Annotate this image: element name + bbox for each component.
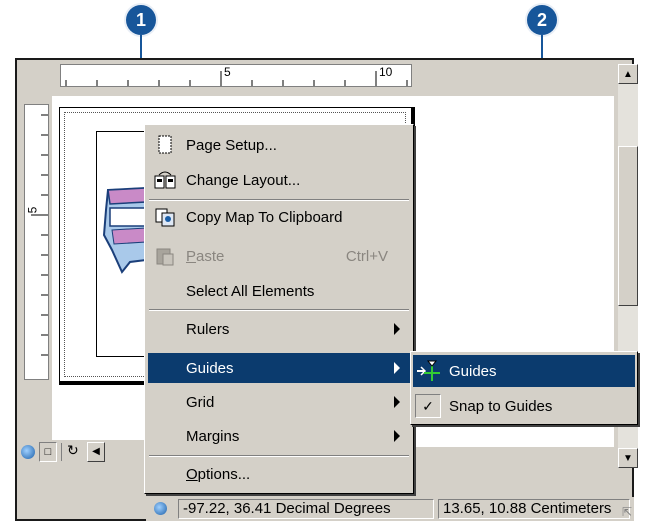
submenu-arrow-icon bbox=[394, 430, 400, 442]
coordinates-readout: -97.22, 36.41 Decimal Degrees bbox=[178, 499, 434, 519]
menu-label: Change Layout... bbox=[186, 171, 301, 189]
horizontal-ruler[interactable]: 5 10 bbox=[60, 64, 412, 87]
menu-item-change-layout[interactable]: Change Layout... bbox=[148, 165, 410, 195]
submenu-arrow-icon bbox=[394, 396, 400, 408]
menu-shortcut: Ctrl+V bbox=[345, 247, 388, 265]
menu-label: Guides bbox=[186, 359, 234, 377]
menu-label: Grid bbox=[186, 393, 215, 411]
menu-label: aste bbox=[196, 247, 225, 265]
refresh-icon[interactable]: ↻ bbox=[67, 442, 79, 459]
menu-separator bbox=[149, 309, 409, 311]
submenu-label: Snap to Guides bbox=[449, 397, 553, 415]
view-toolbar: □ ↻ ◀ bbox=[17, 440, 145, 464]
context-menu: Page Setup... Change Layout... Copy Map … bbox=[144, 124, 414, 494]
horizontal-ruler-ticks bbox=[65, 71, 408, 86]
status-bar: -97.22, 36.41 Decimal Degrees 13.65, 10.… bbox=[146, 497, 634, 521]
submenu-item-snap-to-guides[interactable]: ✓ Snap to Guides bbox=[413, 390, 635, 422]
vertical-ruler[interactable]: 5 bbox=[24, 104, 49, 380]
scroll-up-button[interactable]: ▲ bbox=[618, 64, 638, 84]
menu-label: Margins bbox=[186, 427, 240, 445]
menu-item-paste[interactable]: Paste Ctrl+V bbox=[148, 241, 410, 271]
blank-icon bbox=[152, 280, 178, 302]
blank-icon bbox=[152, 391, 178, 413]
toolbar-divider bbox=[61, 443, 62, 461]
page-units-readout: 13.65, 10.88 Centimeters bbox=[438, 499, 630, 519]
scroll-down-button[interactable]: ▼ bbox=[618, 448, 638, 468]
menu-label: ptions... bbox=[197, 465, 251, 483]
blank-icon bbox=[152, 318, 178, 340]
guides-submenu: Guides ✓ Snap to Guides bbox=[410, 351, 638, 425]
scroll-left-button[interactable]: ◀ bbox=[87, 442, 105, 462]
menu-label: Rulers bbox=[186, 320, 230, 338]
menu-item-page-setup[interactable]: Page Setup... bbox=[148, 130, 410, 160]
blank-icon bbox=[152, 425, 178, 447]
menu-item-copy-map[interactable]: Copy Map To Clipboard bbox=[148, 202, 410, 232]
guides-icon bbox=[415, 359, 441, 383]
change-layout-icon bbox=[152, 169, 178, 191]
menu-item-rulers[interactable]: Rulers bbox=[148, 314, 410, 344]
menu-item-guides[interactable]: Guides bbox=[148, 353, 410, 383]
submenu-item-guides[interactable]: Guides bbox=[413, 355, 635, 387]
callout-1: 1 bbox=[126, 5, 156, 35]
ruler-label-10: 10 bbox=[379, 65, 393, 79]
paste-icon bbox=[152, 245, 178, 267]
menu-item-select-all[interactable]: Select All Elements bbox=[148, 276, 410, 306]
blank-icon bbox=[152, 357, 178, 379]
menu-item-options[interactable]: Options... bbox=[148, 459, 410, 489]
menu-item-grid[interactable]: Grid bbox=[148, 387, 410, 417]
menu-mnemonic: P bbox=[186, 247, 197, 265]
menu-mnemonic: O bbox=[186, 465, 198, 483]
callout-2: 2 bbox=[527, 5, 557, 35]
map-graphic bbox=[102, 186, 147, 274]
data-view-icon[interactable] bbox=[21, 445, 35, 459]
menu-item-margins[interactable]: Margins bbox=[148, 421, 410, 451]
checkmark-icon: ✓ bbox=[415, 394, 441, 418]
submenu-arrow-icon bbox=[394, 362, 400, 374]
copy-map-icon bbox=[152, 206, 178, 228]
resize-grip-icon[interactable]: ⇱ bbox=[622, 505, 632, 519]
ruler-label-v5: 5 bbox=[25, 206, 40, 214]
submenu-arrow-icon bbox=[394, 323, 400, 335]
blank-icon bbox=[152, 463, 178, 485]
scrollbar-thumb[interactable] bbox=[618, 146, 638, 306]
menu-label: Select All Elements bbox=[186, 282, 315, 300]
layout-view-icon[interactable]: □ bbox=[39, 442, 57, 462]
vertical-ruler-ticks bbox=[31, 114, 48, 356]
ruler-label-5: 5 bbox=[224, 65, 231, 79]
menu-label: Copy Map To Clipboard bbox=[186, 208, 343, 226]
menu-separator bbox=[149, 455, 409, 457]
globe-icon bbox=[154, 502, 167, 515]
menu-label: Page Setup... bbox=[186, 136, 277, 154]
page-setup-icon bbox=[152, 134, 178, 156]
menu-separator bbox=[149, 199, 409, 201]
submenu-label: Guides bbox=[449, 362, 497, 380]
